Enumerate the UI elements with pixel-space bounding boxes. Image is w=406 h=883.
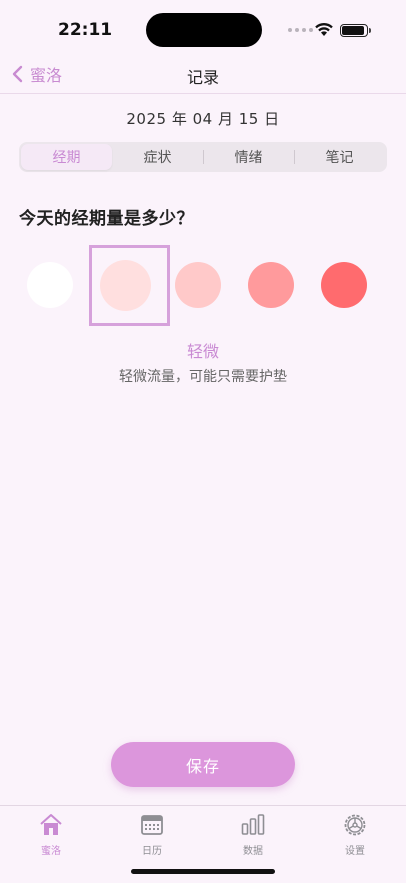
tab-calendar-label: 日历 <box>142 846 162 857</box>
dynamic-island <box>146 13 262 47</box>
segment-period[interactable]: 经期 <box>21 144 112 170</box>
selected-level-label: 轻微 <box>186 342 219 361</box>
gear-icon <box>344 814 366 836</box>
tab-settings-label: 设置 <box>345 846 365 857</box>
flow-option-medium[interactable] <box>175 262 221 308</box>
status-bar: 22:11 <box>0 0 406 56</box>
cellular-signal-icon <box>288 28 313 32</box>
tab-settings[interactable]: 设置 <box>325 812 385 857</box>
tab-home-label: 蜜洛 <box>41 846 61 857</box>
calendar-icon <box>141 815 163 835</box>
flow-option-heavy[interactable] <box>248 262 294 308</box>
page-title: 记录 <box>186 68 219 87</box>
record-date: 2025 年 04 月 15 日 <box>126 110 280 128</box>
flow-option-very-heavy[interactable] <box>321 262 367 308</box>
battery-icon <box>340 24 371 37</box>
tab-home[interactable]: 蜜洛 <box>21 812 81 857</box>
segment-notes[interactable]: 笔记 <box>294 144 385 170</box>
flow-option-none[interactable] <box>27 262 73 308</box>
tab-data[interactable]: 数据 <box>223 812 283 857</box>
wifi-icon <box>315 22 333 36</box>
flow-option-light[interactable] <box>100 260 151 311</box>
status-time: 22:11 <box>58 20 113 40</box>
segment-mood[interactable]: 情绪 <box>203 144 294 170</box>
navigation-bar: 蜜洛 记录 <box>0 56 406 94</box>
home-icon <box>40 814 62 835</box>
tab-data-label: 数据 <box>243 846 263 857</box>
home-indicator <box>131 869 275 874</box>
selected-level-description: 轻微流量，可能只需要护垫 <box>119 369 287 385</box>
tab-calendar[interactable]: 日历 <box>122 812 182 857</box>
category-segmented-control: 经期 症状 情绪 笔记 <box>19 142 387 172</box>
segment-symptoms[interactable]: 症状 <box>112 144 203 170</box>
bar-chart-icon <box>241 814 265 835</box>
flow-question: 今天的经期量是多少？ <box>19 209 194 229</box>
save-button[interactable]: 保存 <box>111 742 295 787</box>
